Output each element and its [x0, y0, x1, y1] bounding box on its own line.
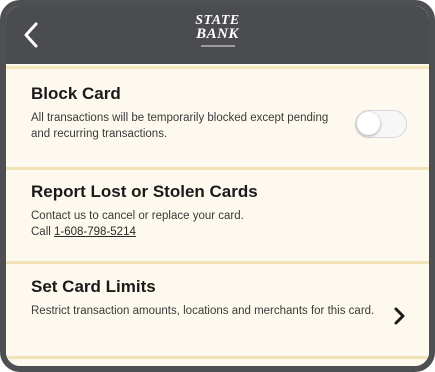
toggle-knob	[357, 112, 380, 135]
logo-line-bank: BANK	[196, 26, 239, 42]
divider	[6, 167, 429, 170]
phone-frame: STATE BANK Block Card All transactions w…	[0, 0, 435, 372]
chevron-right-icon[interactable]	[393, 305, 407, 327]
block-card-title: Block Card	[31, 84, 121, 103]
call-prefix: Call	[31, 226, 51, 238]
report-lost-title: Report Lost or Stolen Cards	[31, 182, 258, 201]
state-bank-logo: STATE BANK	[183, 14, 253, 56]
report-lost-text: Contact us to cancel or replace your car…	[31, 210, 244, 222]
top-divider	[6, 66, 429, 69]
chevron-left-icon	[24, 22, 38, 48]
logo-tagline-mark	[200, 45, 235, 47]
block-card-description: All transactions will be temporarily blo…	[31, 112, 329, 140]
phone-link[interactable]: 1-608-798-5214	[54, 226, 136, 238]
card-limits-section[interactable]: Set Card Limits Restrict transaction amo…	[6, 277, 429, 325]
report-lost-section[interactable]: Report Lost or Stolen Cards Contact us t…	[6, 182, 429, 240]
divider	[6, 261, 429, 264]
back-button[interactable]	[16, 16, 46, 54]
app-header: STATE BANK	[6, 6, 429, 65]
card-limits-description: Restrict transaction amounts, locations …	[31, 305, 375, 317]
divider	[6, 356, 429, 359]
card-limits-title: Set Card Limits	[31, 277, 156, 296]
card-settings-content: Block Card All transactions will be temp…	[6, 64, 429, 366]
block-card-toggle[interactable]	[355, 110, 407, 138]
report-lost-description: Contact us to cancel or replace your car…	[31, 208, 407, 240]
